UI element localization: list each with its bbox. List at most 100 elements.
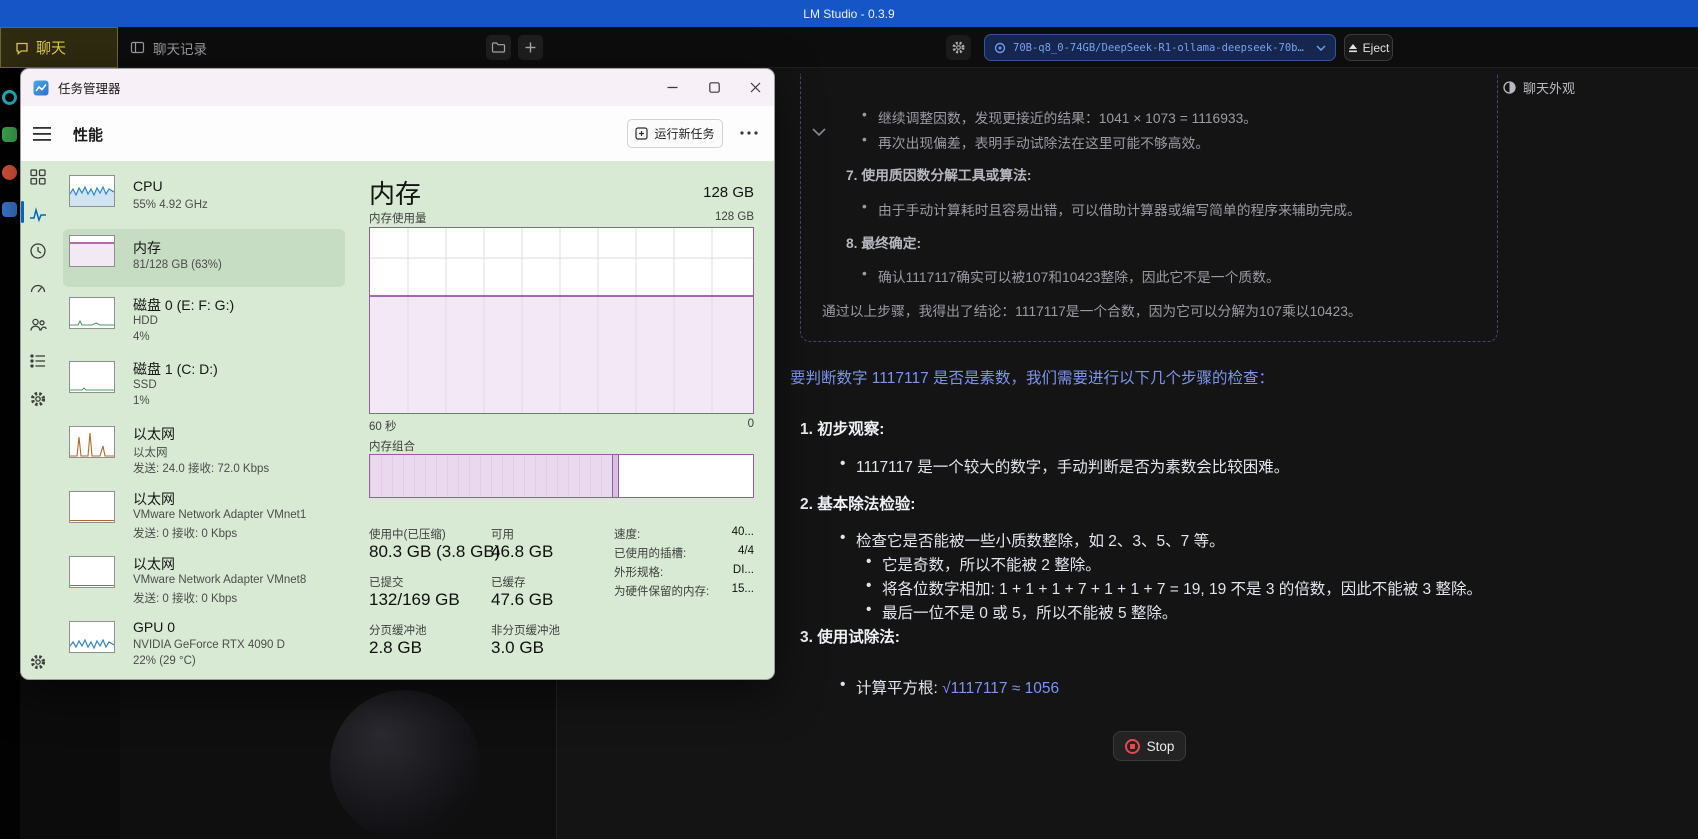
perf-item-title: 磁盘 0 (E: F: G:) [133, 297, 235, 313]
perf-item-title: 以太网 [133, 556, 175, 572]
run-new-task-button[interactable]: 运行新任务 [627, 119, 723, 148]
model-settings-button[interactable] [946, 35, 971, 60]
cpu-sparkline [69, 175, 115, 207]
perf-item-sub: NVIDIA GeForce RTX 4090 D [133, 639, 285, 651]
chat-bubble-icon [16, 42, 28, 55]
memory-sparkline [69, 235, 115, 267]
perf-item-ethernet-1[interactable]: 以太网 以太网 发送: 24.0 接收: 72.0 Kbps [63, 420, 345, 482]
nav-startup-apps[interactable] [25, 275, 51, 301]
new-chat-button[interactable] [518, 35, 543, 60]
sidebar-panel-icon[interactable] [130, 40, 145, 55]
perf-item-sub: 发送: 24.0 接收: 72.0 Kbps [133, 463, 270, 475]
minimize-button[interactable] [651, 69, 693, 106]
stop-icon [1124, 738, 1140, 754]
task-manager-titlebar[interactable]: 任务管理器 [21, 69, 774, 106]
answer-line: 1117117 是一个较大的数字，手动判断是否为素数会比较困难。 [840, 455, 1289, 477]
collapse-thinking-icon[interactable] [812, 126, 826, 138]
perf-item-sub: HDD [133, 315, 158, 327]
memory-total: 128 GB [703, 184, 754, 201]
perf-item-title: CPU [133, 178, 163, 194]
perf-item-sub: 22% (29 °C) [133, 655, 196, 667]
close-button[interactable] [734, 69, 774, 106]
performance-icon [30, 207, 46, 223]
memory-composition-bar [369, 454, 754, 498]
services-gear-icon [30, 391, 46, 407]
eject-model-button[interactable]: Eject [1344, 34, 1393, 61]
settings-button[interactable] [25, 649, 51, 675]
hamburger-menu-icon[interactable] [33, 126, 53, 142]
model-selector[interactable]: 70B-q8_0-74GB/DeepSeek-R1-ollama-deepsee… [984, 34, 1336, 61]
thinking-line: 再次出现偏差，表明手动试除法在这里可能不够高效。 [862, 132, 1209, 152]
screen: LM Studio - 0.3.9 聊天 聊天记录 70B-q8_0-74GB/ [0, 0, 1698, 839]
chevron-down-icon [1316, 45, 1326, 51]
perf-item-ethernet-3[interactable]: 以太网 VMware Network Adapter VMnet8 发送: 0 … [63, 550, 345, 612]
side-stat-value: 4/4 [738, 545, 754, 557]
stat-label: 可用 [491, 529, 514, 541]
stat-value: 3.0 GB [491, 638, 544, 657]
nav-services[interactable] [25, 386, 51, 412]
side-stat-label: 外形规格: [614, 567, 664, 579]
chat-history-header: 聊天记录 [130, 27, 207, 68]
answer-line: 它是奇数，所以不能被 2 整除。 [866, 553, 1101, 575]
composition-label: 内存组合 [369, 441, 415, 453]
stop-generation-button[interactable]: Stop [1113, 731, 1186, 761]
nav-details[interactable] [25, 348, 51, 374]
perf-item-sub: SSD [133, 379, 157, 391]
nav-processes[interactable] [25, 164, 51, 190]
disk1-sparkline [69, 361, 115, 393]
perf-item-sub: 4% [133, 331, 150, 343]
nav-performance[interactable] [25, 202, 51, 228]
thinking-line: 由于手动计算耗时且容易出错，可以借助计算器或编写简单的程序来辅助完成。 [862, 199, 1361, 219]
answer-heading-2: 2. 基本除法检验: [800, 496, 916, 513]
thinking-line: 继续调整因数，发现更接近的结果：1041 × 1073 = 1116933。 [862, 107, 1257, 127]
nav-app-history[interactable] [25, 238, 51, 264]
selected-page-indicator [21, 201, 24, 223]
answer-line: 最后一位不是 0 或 5，所以不能被 5 整除。 [866, 601, 1177, 623]
perf-item-sub: 以太网 [133, 447, 168, 459]
perf-item-sub: 81/128 GB (63%) [133, 259, 222, 271]
memory-usage-graph [369, 227, 754, 414]
maximize-icon [708, 82, 720, 93]
chat-appearance-toggle[interactable]: 聊天外观 [1502, 78, 1575, 97]
perf-item-disk0[interactable]: 磁盘 0 (E: F: G:) HDD 4% [63, 291, 345, 353]
task-manager-window: 任务管理器 性能 运行新任务 CPU 55% 4.92 GHz 内存 81/12… [20, 68, 775, 680]
import-chat-button[interactable] [486, 35, 511, 60]
answer-line: 检查它是否能被一些小质数整除，如 2、3、5、7 等。 [840, 529, 1225, 551]
perf-item-sub: VMware Network Adapter VMnet1 [133, 509, 307, 521]
stat-label: 非分页缓冲池 [491, 625, 560, 637]
run-new-task-label: 运行新任务 [654, 127, 715, 141]
math-expression: √1117117 ≈ 1056 [942, 680, 1060, 697]
appearance-icon [1503, 81, 1516, 94]
folder-icon [491, 42, 506, 53]
maximize-button[interactable] [693, 69, 735, 106]
background-blue-icon [2, 202, 17, 217]
more-options-icon[interactable] [739, 130, 759, 136]
page-title: 性能 [73, 127, 104, 144]
new-task-icon [635, 127, 649, 140]
perf-item-sub: 55% 4.92 GHz [133, 199, 208, 211]
perf-item-disk1[interactable]: 磁盘 1 (C: D:) SSD 1% [63, 355, 345, 417]
thinking-line: 通过以上步骤，我得出了结论：1117117是一个合数，因为它可以分解为107乘以… [822, 304, 1362, 319]
task-manager-app-icon [33, 80, 49, 95]
perf-item-cpu[interactable]: CPU 55% 4.92 GHz [63, 169, 345, 227]
tab-chat[interactable]: 聊天 [0, 27, 118, 68]
timescale-zero: 0 [747, 418, 754, 430]
memory-in-use-segment [370, 455, 614, 497]
memory-detail-panel: 内存 128 GB 内存使用量 128 GB 60 秒 0 内存组合 使用中(已… [369, 174, 754, 674]
perf-item-title: 以太网 [133, 426, 175, 442]
nav-users[interactable] [25, 312, 51, 338]
gear-icon [952, 41, 965, 54]
perf-item-ethernet-2[interactable]: 以太网 VMware Network Adapter VMnet1 发送: 0 … [63, 485, 345, 547]
users-icon [30, 318, 47, 331]
answer-heading-3: 3. 使用试除法: [800, 629, 900, 646]
stat-label: 分页缓冲池 [369, 625, 427, 637]
gpu-sparkline [69, 621, 115, 653]
perf-item-sub: 发送: 0 接收: 0 Kbps [133, 528, 238, 540]
ethernet1-sparkline [69, 426, 115, 458]
perf-item-gpu[interactable]: GPU 0 NVIDIA GeForce RTX 4090 D 22% (29 … [63, 615, 345, 677]
stat-label: 已提交 [369, 577, 404, 589]
thinking-line: 确认1117117确实可以被107和10423整除，因此它不是一个质数。 [862, 266, 1280, 286]
perf-item-memory[interactable]: 内存 81/128 GB (63%) [63, 229, 345, 287]
detail-title: 内存 [369, 179, 422, 209]
side-stat-value: 15... [731, 583, 754, 595]
